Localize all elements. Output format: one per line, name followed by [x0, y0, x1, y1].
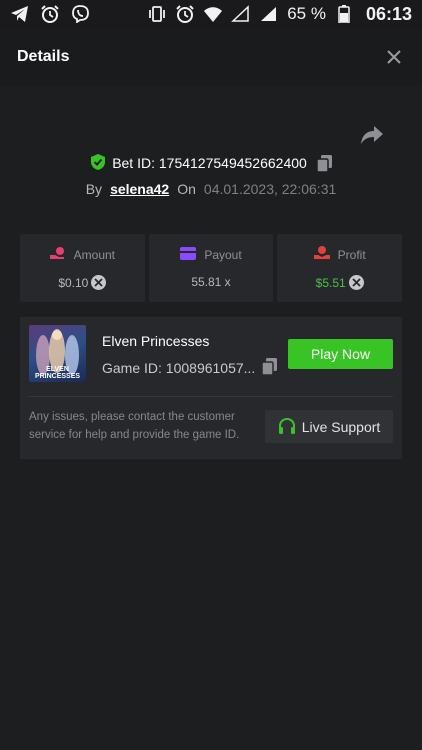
wifi-icon — [203, 5, 223, 23]
battery-percent: 65 % — [287, 4, 326, 23]
bet-datetime: 04.01.2023, 22:06:31 — [203, 181, 337, 197]
clock: 06:13 — [365, 3, 412, 24]
copy-game-id-icon[interactable] — [261, 358, 278, 376]
amount-card: Amount $0.10 — [20, 234, 145, 302]
headset-icon — [278, 418, 296, 435]
bet-stats: Amount $0.10 Payout 55.81 x Profit $5.51 — [20, 234, 403, 302]
support-message: Any issues, please contact the customer … — [29, 411, 240, 441]
by-label: By — [85, 181, 103, 197]
vibrate-icon — [147, 5, 167, 23]
amount-value: $0.10 — [58, 275, 89, 290]
payout-value: 55.81 x — [191, 275, 231, 289]
game-panel: ELVEN PRINCESSES Elven Princesses Game I… — [20, 317, 402, 459]
divider — [29, 396, 393, 397]
details-header: Details — [0, 28, 422, 86]
currency-x-icon — [91, 275, 107, 290]
game-id: Game ID: 1008961057... — [102, 360, 256, 376]
amount-label: Amount — [73, 247, 116, 262]
telegram-icon — [10, 5, 30, 23]
wallet-icon — [180, 247, 197, 263]
on-label: On — [177, 181, 196, 197]
play-now-button[interactable]: Play Now — [288, 339, 393, 369]
bet-id-row: Bet ID: 1754127549452662400 — [0, 152, 422, 174]
profit-value: $5.51 — [315, 275, 346, 290]
shield-check-icon — [90, 153, 106, 173]
game-thumbnail[interactable]: ELVEN PRINCESSES — [29, 325, 86, 382]
status-bar: 65 % 06:13 — [0, 0, 422, 28]
alarm-icon — [40, 5, 60, 23]
profit-hand-icon — [313, 246, 330, 263]
payout-label: Payout — [204, 248, 242, 262]
game-name: Elven Princesses — [102, 333, 210, 349]
copy-icon[interactable] — [316, 154, 332, 172]
share-icon[interactable] — [360, 125, 384, 145]
bet-id: Bet ID: 1754127549452662400 — [112, 155, 307, 171]
signal-icon — [231, 5, 251, 23]
live-support-button[interactable]: Live Support — [265, 410, 393, 443]
currency-x-icon — [348, 275, 364, 290]
page-title: Details — [17, 48, 70, 65]
alarm-icon — [175, 5, 195, 23]
bet-meta-row: By selena42 On 04.01.2023, 22:06:31 — [0, 178, 422, 200]
thumbnail-title: ELVEN PRINCESSES — [34, 366, 81, 380]
coin-hand-icon — [49, 246, 66, 263]
close-icon[interactable] — [383, 46, 405, 68]
viber-icon — [70, 5, 90, 23]
live-support-label: Live Support — [301, 418, 381, 435]
payout-card: Payout 55.81 x — [148, 234, 274, 302]
profit-card: Profit $5.51 — [277, 234, 403, 302]
signal-icon — [259, 5, 279, 23]
profit-label: Profit — [337, 247, 366, 262]
battery-icon — [334, 5, 354, 23]
username-link[interactable]: selena42 — [110, 181, 169, 197]
